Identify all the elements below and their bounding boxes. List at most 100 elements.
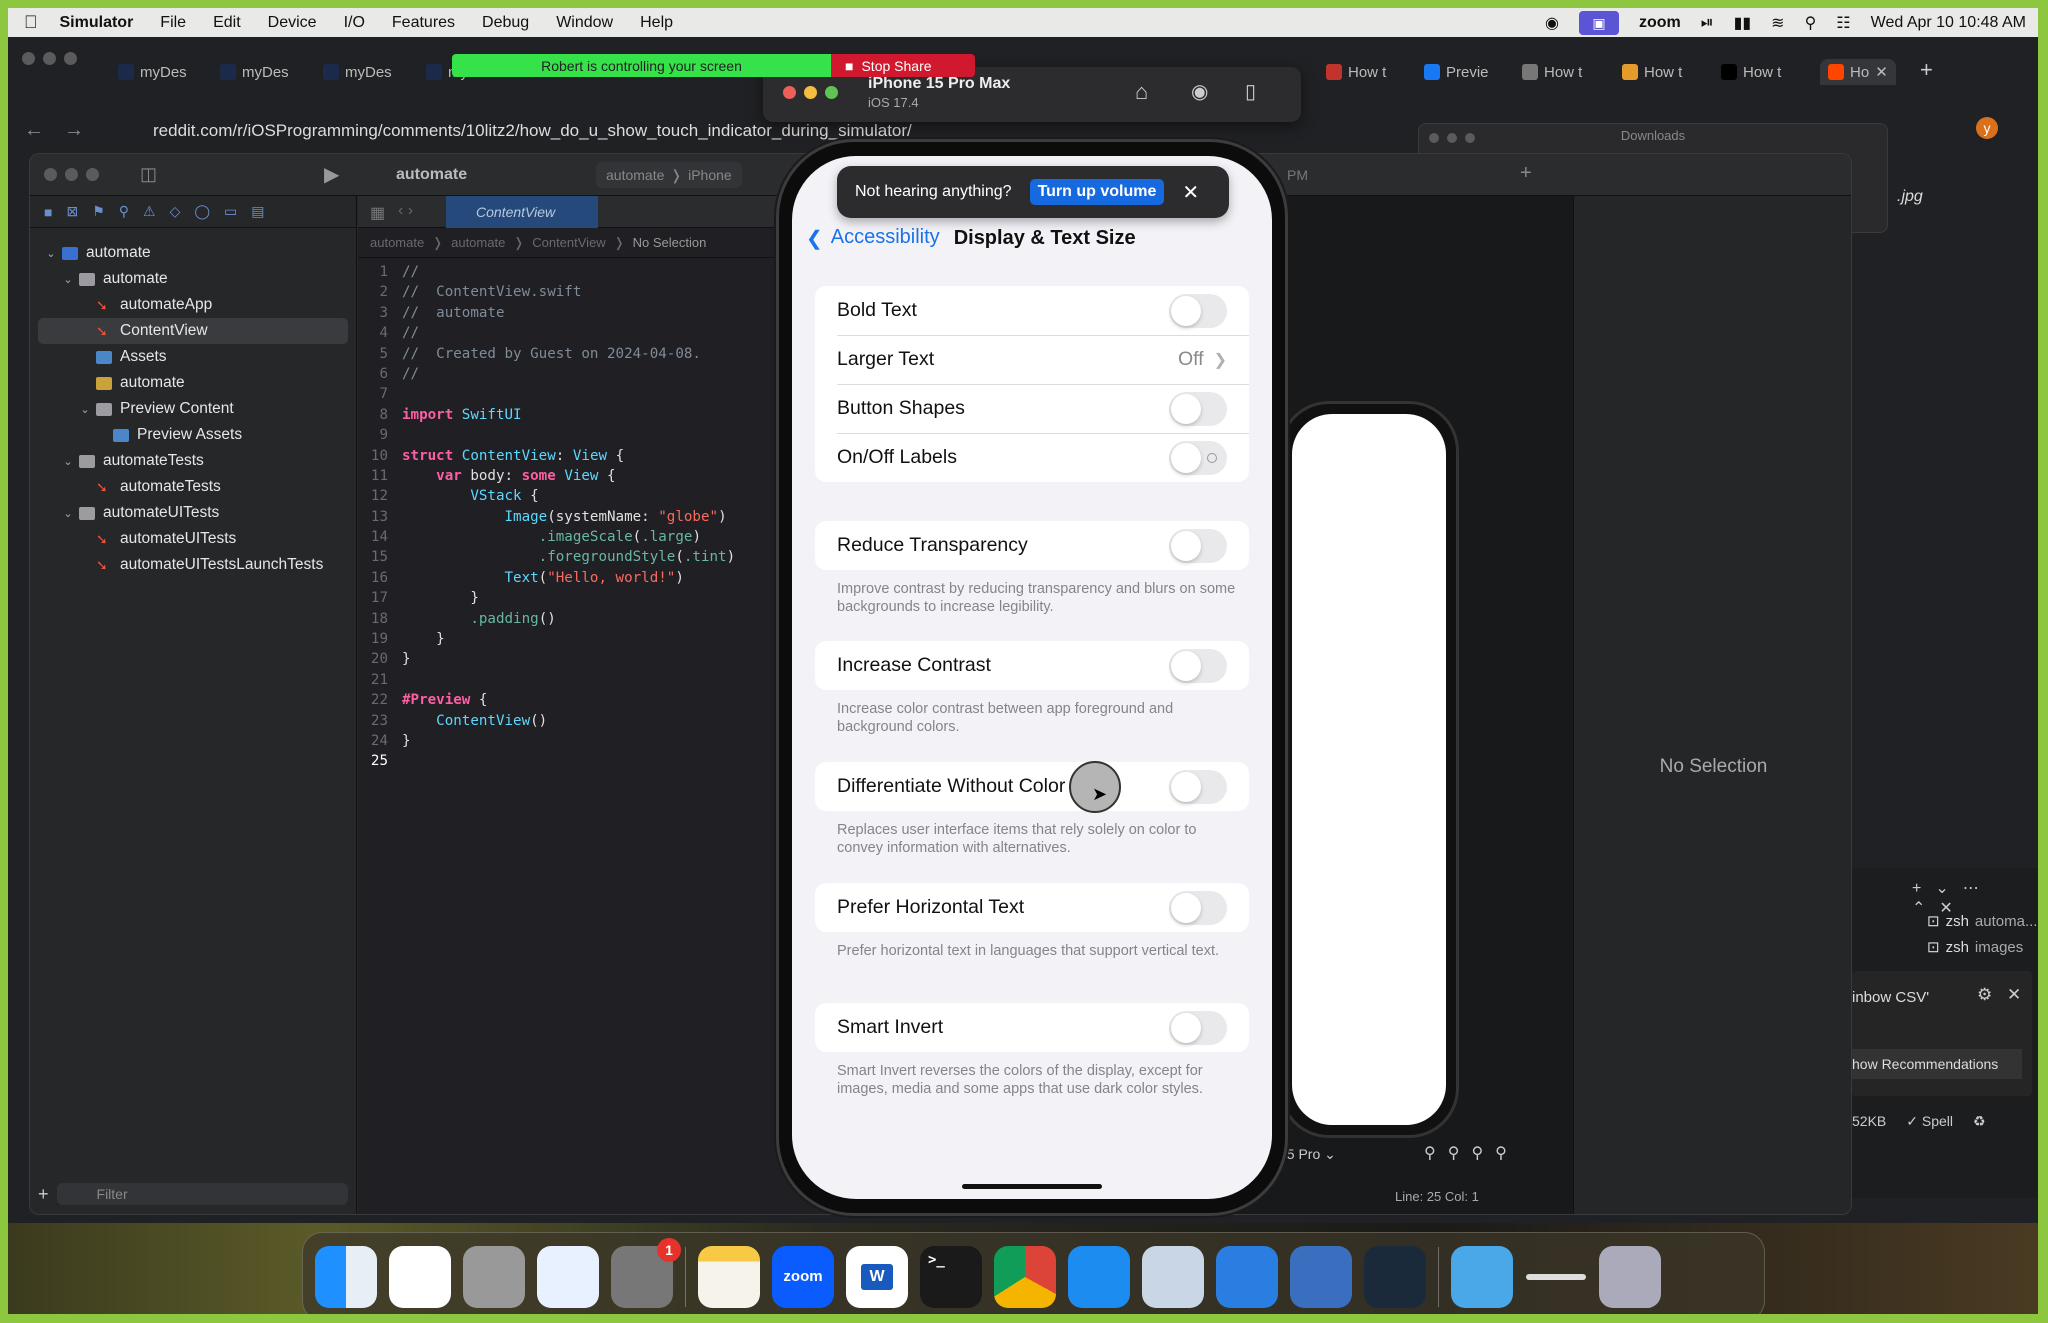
navigator-item[interactable]: Preview Assets xyxy=(30,422,356,448)
battery-icon[interactable]: ▮▮ xyxy=(1734,13,1752,33)
setting-row[interactable]: Bold Text xyxy=(815,286,1249,335)
run-button[interactable]: ▶ xyxy=(324,162,339,187)
dock-app-store-icon[interactable] xyxy=(1068,1245,1130,1308)
chevron-down-icon[interactable]: ⌄ xyxy=(61,455,75,468)
chevron-down-icon[interactable]: ⌄ xyxy=(78,403,92,416)
terminal-tab[interactable]: ⊡ zsh images xyxy=(1927,934,2037,960)
scheme-selector[interactable]: automate ❭ iPhone xyxy=(596,162,742,188)
browser-tab[interactable]: Ho ✕ xyxy=(1820,59,1896,85)
play-icon[interactable]: ⏯ xyxy=(1701,14,1714,32)
find-icon[interactable]: ⚲ xyxy=(119,203,129,220)
home-icon[interactable]: ⌂ xyxy=(1135,79,1148,105)
breadcrumb-item[interactable]: ContentView xyxy=(532,235,605,250)
rotate-icon[interactable]: ▯ xyxy=(1245,79,1256,104)
toggle-switch[interactable] xyxy=(1169,528,1227,563)
navigator-item[interactable]: ➘ automateUITestsLaunchTests xyxy=(30,552,356,578)
navigator-item[interactable]: ⌄ automate xyxy=(30,240,356,266)
browser-tab[interactable]: How t xyxy=(1721,59,1781,85)
menu-help[interactable]: Help xyxy=(640,14,673,32)
dock-terminal-icon[interactable]: >_ xyxy=(920,1245,982,1308)
browser-tab[interactable]: How t xyxy=(1522,59,1582,85)
dock-notes-icon[interactable] xyxy=(698,1245,760,1308)
profile-avatar[interactable]: y xyxy=(1976,117,1998,139)
setting-row[interactable]: Increase Contrast xyxy=(815,641,1249,690)
toggle-switch[interactable] xyxy=(1169,890,1227,925)
zoom-controls[interactable]: ⚲⚲⚲⚲ xyxy=(1424,1143,1519,1163)
tab-contentview[interactable]: ContentView xyxy=(446,196,598,228)
bell-icon[interactable]: ♻ xyxy=(1973,1113,1986,1135)
status-spell[interactable]: ✓ Spell xyxy=(1906,1113,1953,1135)
setting-row[interactable]: On/Off Labels xyxy=(815,433,1249,482)
forward-icon[interactable]: → xyxy=(64,119,84,142)
menu-edit[interactable]: Edit xyxy=(213,14,241,32)
browser-tab[interactable]: myDes xyxy=(118,59,187,85)
notification-close-icon[interactable]: ✕ xyxy=(2007,985,2021,1005)
breadcrumb-item[interactable]: automate xyxy=(451,235,505,250)
setting-row[interactable]: Smart Invert xyxy=(815,1003,1249,1052)
nav-back-icon[interactable]: ‹ › xyxy=(398,202,413,220)
stop-share-button[interactable]: ■ Stop Share xyxy=(831,54,975,77)
toggle-switch[interactable] xyxy=(1169,391,1227,426)
navigator-item[interactable]: ⌄ automateUITests xyxy=(30,500,356,526)
dock-safari-icon[interactable] xyxy=(537,1245,599,1308)
browser-tab[interactable]: Previe xyxy=(1424,59,1489,85)
browser-tab[interactable]: myDes xyxy=(323,59,392,85)
control-center-icon[interactable]: ☷ xyxy=(1836,13,1850,33)
search-icon[interactable]: ⚲ xyxy=(1805,13,1817,33)
dock-screen-recorder-icon[interactable] xyxy=(1525,1246,1587,1308)
clock[interactable]: Wed Apr 10 10:48 AM xyxy=(1871,14,2026,32)
breadcrumb-item[interactable]: automate xyxy=(370,235,424,250)
toggle-switch[interactable] xyxy=(1169,1010,1227,1045)
navigator-item[interactable]: Assets xyxy=(30,344,356,370)
back-icon[interactable]: ← xyxy=(24,119,44,142)
terminal-tab[interactable]: ⊡ zsh automa... xyxy=(1927,908,2037,934)
chevron-down-icon[interactable]: ⌄ xyxy=(44,247,58,260)
dock-vscode-icon[interactable] xyxy=(389,1245,451,1308)
breakpoint-icon[interactable]: ▭ xyxy=(224,203,237,220)
menu-debug[interactable]: Debug xyxy=(482,14,529,32)
dock-word-icon[interactable]: W xyxy=(846,1245,908,1308)
setting-row[interactable]: Reduce Transparency xyxy=(815,521,1249,570)
dock-preview-icon[interactable] xyxy=(1142,1245,1204,1308)
screenshot-icon[interactable]: ◉ xyxy=(1191,79,1208,104)
navigator-item[interactable]: ➘ automateUITests xyxy=(30,526,356,552)
toggle-switch[interactable] xyxy=(1169,440,1227,475)
navigator-item[interactable]: ➘ automateApp xyxy=(30,292,356,318)
dock-chrome-icon[interactable] xyxy=(994,1245,1056,1308)
sidebar-toggle-icon[interactable]: ◫ xyxy=(140,164,157,185)
setting-row[interactable]: Larger Text Off ❯ xyxy=(815,335,1249,384)
dock-folder-icon[interactable] xyxy=(1451,1245,1513,1308)
issue-icon[interactable]: ⚠ xyxy=(143,203,156,220)
bookmark-icon[interactable]: ⚑ xyxy=(92,203,105,220)
debug-icon[interactable]: ◯ xyxy=(194,203,210,220)
menu-device[interactable]: Device xyxy=(268,14,317,32)
dock-xcode-beta-icon[interactable] xyxy=(1290,1245,1352,1308)
apple-icon[interactable]:  xyxy=(24,12,38,33)
navigator-item[interactable]: ➘ ContentView xyxy=(38,318,348,344)
editor-grid-icon[interactable]: ▦ xyxy=(370,203,385,223)
menu-io[interactable]: I/O xyxy=(344,14,365,32)
navigator-item[interactable]: ➘ automateTests xyxy=(30,474,356,500)
dock-system-settings-icon[interactable]: 1 xyxy=(611,1237,681,1308)
navigator-item[interactable]: ⌄ Preview Content xyxy=(30,396,356,422)
home-indicator[interactable] xyxy=(962,1184,1102,1189)
dock-xcode-icon[interactable] xyxy=(1216,1245,1278,1308)
show-recommendations-button[interactable]: how Recommendations xyxy=(1852,1049,2022,1079)
browser-tab[interactable]: How t xyxy=(1326,59,1386,85)
dock-launchpad-icon[interactable] xyxy=(463,1245,525,1308)
navigator-item[interactable]: automate xyxy=(30,370,356,396)
dock-finder-icon[interactable] xyxy=(315,1245,377,1308)
wifi-icon[interactable]: ≋ xyxy=(1771,13,1784,33)
dock-quicktime-icon[interactable] xyxy=(1364,1245,1426,1308)
close-tab-icon[interactable]: ✕ xyxy=(1875,63,1888,81)
chevron-down-icon[interactable]: ⌄ xyxy=(61,273,75,286)
setting-row[interactable]: Button Shapes xyxy=(815,384,1249,433)
dock-zoom-icon[interactable]: zoom xyxy=(772,1245,834,1308)
toggle-switch[interactable] xyxy=(1169,648,1227,683)
toast-close-icon[interactable]: ✕ xyxy=(1182,180,1199,205)
folder-icon[interactable]: ■ xyxy=(44,204,52,220)
toggle-switch[interactable] xyxy=(1169,293,1227,328)
menu-app[interactable]: Simulator xyxy=(60,14,134,32)
new-tab-button[interactable]: + xyxy=(1920,57,1933,83)
breadcrumb-item[interactable]: No Selection xyxy=(633,235,707,250)
